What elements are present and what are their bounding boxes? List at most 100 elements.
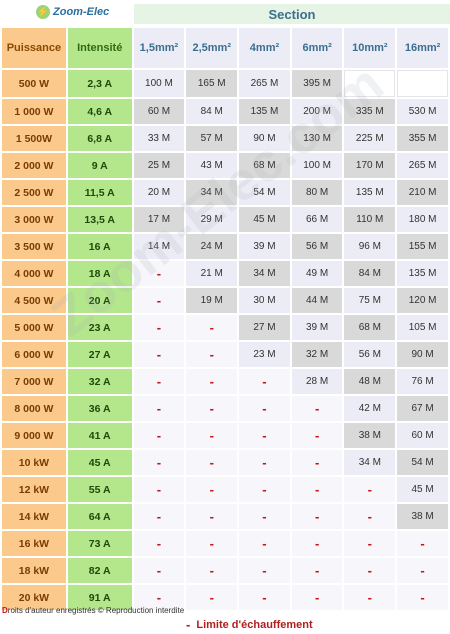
length-cell: 38 M <box>344 423 396 448</box>
length-cell: 165 M <box>186 70 238 97</box>
length-cell: 29 M <box>186 207 238 232</box>
length-cell: 100 M <box>133 70 185 97</box>
power-cell: 3 500 W <box>2 234 66 259</box>
current-cell: 36 A <box>67 396 132 421</box>
brand-logo-text: Zoom-Elec <box>53 6 110 18</box>
limit-marker-cell: - <box>133 558 185 583</box>
current-cell: 9 A <box>67 153 132 178</box>
limit-marker-cell: - <box>186 369 238 394</box>
length-cell: 42 M <box>344 396 396 421</box>
limit-marker-cell: - <box>133 261 185 286</box>
table-row: 14 kW 64 A - - - - -38 M <box>2 504 448 529</box>
wire-length-table: Puissance Intensité 1,5mm² 2,5mm² 4mm² 6… <box>0 26 450 612</box>
length-cell: 155 M <box>397 234 448 259</box>
limit-marker-cell: - <box>133 531 185 556</box>
lightning-icon: ⚡ <box>36 5 50 19</box>
length-cell: 34 M <box>186 180 238 205</box>
header-section-1-5: 1,5mm² <box>133 28 185 68</box>
brand-logo[interactable]: ⚡ Zoom-Elec <box>36 2 109 22</box>
limit-marker-cell: - <box>186 450 238 475</box>
length-cell: 25 M <box>133 153 185 178</box>
limit-marker-cell: - <box>239 477 290 502</box>
power-cell: 1 500W <box>2 126 66 151</box>
table-row: 10 kW 45 A - - - -34 M 54 M <box>2 450 448 475</box>
length-cell: 395 M <box>291 70 343 97</box>
current-cell: 11,5 A <box>67 180 132 205</box>
limit-marker-cell: - <box>291 504 343 529</box>
limit-marker-cell: - <box>133 342 185 367</box>
length-cell: 105 M <box>397 315 448 340</box>
power-cell: 3 000 W <box>2 207 66 232</box>
current-cell: 45 A <box>67 450 132 475</box>
power-cell: 7 000 W <box>2 369 66 394</box>
limit-marker-cell: - <box>239 558 290 583</box>
power-cell: 1 000 W <box>2 99 66 124</box>
header-section-6: 6mm² <box>291 28 343 68</box>
limit-marker-cell: - <box>133 423 185 448</box>
power-cell: 12 kW <box>2 477 66 502</box>
limit-marker-cell: - <box>397 585 448 610</box>
current-cell: 13,5 A <box>67 207 132 232</box>
length-cell: 39 M <box>291 315 343 340</box>
length-cell: 84 M <box>344 261 396 286</box>
length-cell: 265 M <box>239 70 290 97</box>
power-cell: 5 000 W <box>2 315 66 340</box>
power-cell: 4 000 W <box>2 261 66 286</box>
current-cell: 16 A <box>67 234 132 259</box>
length-cell: 66 M <box>291 207 343 232</box>
empty-cell <box>397 70 448 97</box>
legend: - Limite d'échauffement <box>186 617 313 632</box>
legend-label: Limite d'échauffement <box>196 618 313 631</box>
length-cell: 530 M <box>397 99 448 124</box>
current-cell: 32 A <box>67 369 132 394</box>
limit-marker-cell: - <box>344 504 396 529</box>
length-cell: 33 M <box>133 126 185 151</box>
legend-dash-symbol: - <box>186 617 191 632</box>
limit-marker-cell: - <box>186 504 238 529</box>
length-cell: 96 M <box>344 234 396 259</box>
length-cell: 68 M <box>344 315 396 340</box>
limit-marker-cell: - <box>291 450 343 475</box>
length-cell: 34 M <box>239 261 290 286</box>
limit-marker-cell: - <box>186 531 238 556</box>
length-cell: 75 M <box>344 288 396 313</box>
limit-marker-cell: - <box>239 369 290 394</box>
length-cell: 56 M <box>291 234 343 259</box>
length-cell: 68 M <box>239 153 290 178</box>
limit-marker-cell: - <box>239 423 290 448</box>
limit-marker-cell: - <box>344 585 396 610</box>
length-cell: 14 M <box>133 234 185 259</box>
limit-marker-cell: - <box>186 315 238 340</box>
power-cell: 500 W <box>2 70 66 97</box>
power-cell: 10 kW <box>2 450 66 475</box>
limit-marker-cell: - <box>239 504 290 529</box>
limit-marker-cell: - <box>133 504 185 529</box>
length-cell: 34 M <box>344 450 396 475</box>
length-cell: 19 M <box>186 288 238 313</box>
header-section-4: 4mm² <box>239 28 290 68</box>
limit-marker-cell: - <box>239 450 290 475</box>
table-row: 5 000 W 23 A - -27 M 39 M 68 M 105 M <box>2 315 448 340</box>
table-row: 2 500 W 11,5 A 20 M 34 M 54 M 80 M 135 M 210 M <box>2 180 448 205</box>
header-section-2-5: 2,5mm² <box>186 28 238 68</box>
table-header-row: Puissance Intensité 1,5mm² 2,5mm² 4mm² 6… <box>2 28 448 68</box>
limit-marker-cell: - <box>186 477 238 502</box>
length-cell: 110 M <box>344 207 396 232</box>
limit-marker-cell: - <box>186 396 238 421</box>
length-cell: 38 M <box>397 504 448 529</box>
length-cell: 45 M <box>239 207 290 232</box>
limit-marker-cell: - <box>344 531 396 556</box>
length-cell: 56 M <box>344 342 396 367</box>
header-puissance: Puissance <box>2 28 66 68</box>
length-cell: 135 M <box>344 180 396 205</box>
current-cell: 73 A <box>67 531 132 556</box>
power-cell: 2 000 W <box>2 153 66 178</box>
current-cell: 4,6 A <box>67 99 132 124</box>
length-cell: 225 M <box>344 126 396 151</box>
limit-marker-cell: - <box>133 396 185 421</box>
power-cell: 18 kW <box>2 558 66 583</box>
length-cell: 210 M <box>397 180 448 205</box>
length-cell: 28 M <box>291 369 343 394</box>
length-cell: 49 M <box>291 261 343 286</box>
table-row: 1 000 W 4,6 A 60 M 84 M 135 M 200 M 335 M 530 M <box>2 99 448 124</box>
